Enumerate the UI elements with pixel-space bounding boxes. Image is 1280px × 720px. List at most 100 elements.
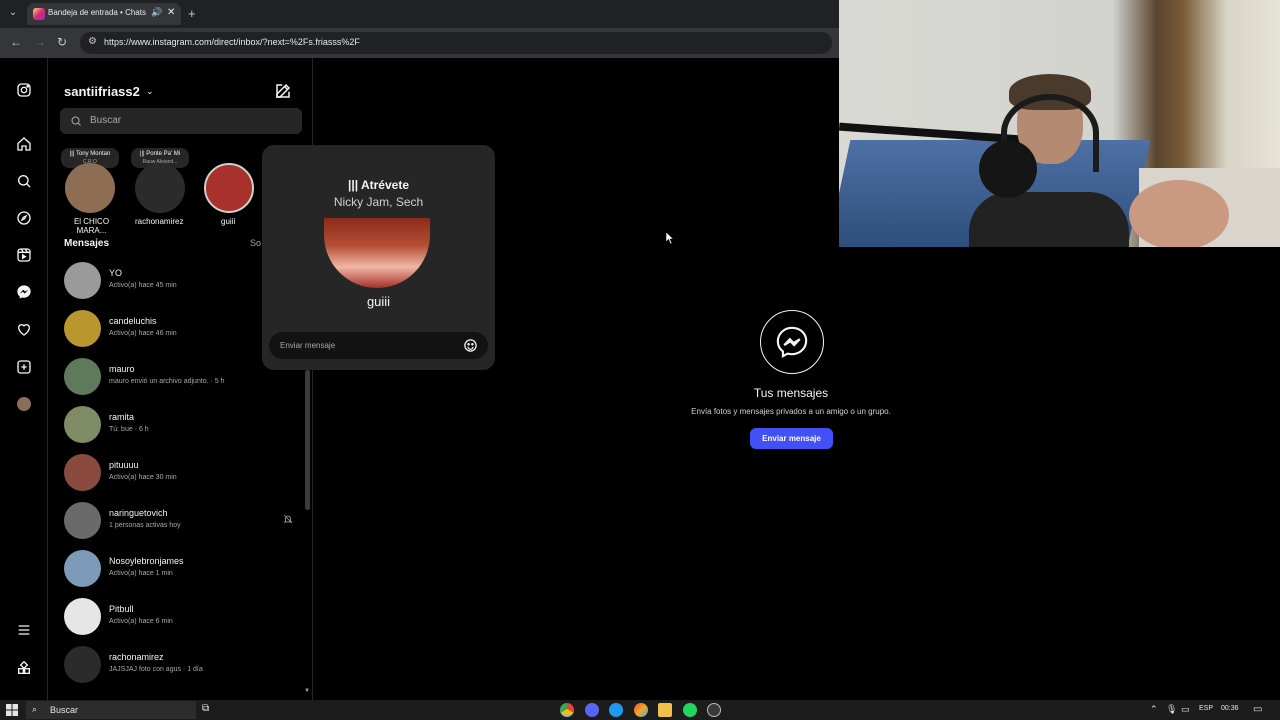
conversation-name: YO: [109, 268, 123, 278]
conversation-status: JAJSJAJ foto con agus · 1 día: [109, 666, 203, 673]
taskbar-search-input[interactable]: ⌕ Buscar: [26, 701, 196, 719]
send-message-button[interactable]: Enviar mensaje: [750, 428, 833, 449]
inbox-scrollbar[interactable]: [305, 370, 310, 510]
conversation-row[interactable]: Nosoylebronjames Activo(a) hace 1 min: [64, 546, 304, 594]
music-icon: |||: [69, 151, 75, 157]
messenger-icon: [776, 326, 808, 358]
menu-icon[interactable]: [14, 620, 34, 640]
home-icon[interactable]: [14, 134, 34, 154]
chevron-up-icon[interactable]: ⌃: [1150, 704, 1158, 715]
conversation-row[interactable]: naringuetovich 1 personas activas hoy: [64, 498, 304, 546]
avatar: [64, 598, 101, 635]
windows-start-icon[interactable]: [6, 704, 18, 716]
conversation-name: ramita: [109, 412, 135, 422]
webcam-shirt: [969, 192, 1129, 247]
tab-instagram-inbox[interactable]: Bandeja de entrada • Chats 🔊 ✕: [27, 3, 181, 25]
site-info-icon[interactable]: ⚙: [88, 36, 97, 47]
explore-icon[interactable]: [14, 208, 34, 228]
notification-icon[interactable]: ▭: [1253, 704, 1262, 715]
network-icon[interactable]: ▭: [1181, 704, 1190, 715]
speaker-icon[interactable]: 🔊: [151, 7, 162, 18]
avatar[interactable]: [204, 163, 254, 213]
back-icon[interactable]: ←: [10, 35, 22, 49]
conversation-status: Tú: bue · 6 h: [109, 426, 149, 433]
chrome-icon[interactable]: [560, 703, 574, 717]
requests-link[interactable]: So: [250, 238, 261, 248]
avatar: [64, 358, 101, 395]
conversation-status: Activo(a) hace 1 min: [109, 570, 173, 577]
tab-search-icon[interactable]: ⌄: [5, 5, 21, 21]
webcam-overlay: [839, 0, 1280, 247]
meta-apps-icon[interactable]: [14, 658, 34, 678]
music-icon: |||: [348, 178, 361, 192]
create-icon[interactable]: [14, 357, 34, 377]
avatar: [64, 262, 101, 299]
conversation-row[interactable]: pituuuu Activo(a) hace 30 min: [64, 450, 304, 498]
microphone-icon[interactable]: 🎙: [1166, 704, 1177, 715]
reels-icon[interactable]: [14, 245, 34, 265]
popover-username: guiii: [366, 294, 391, 309]
edge-icon[interactable]: [609, 703, 623, 717]
paint-icon[interactable]: [634, 703, 648, 717]
discord-icon[interactable]: [585, 703, 599, 717]
conversation-status: Activo(a) hace 6 min: [109, 618, 173, 625]
avatar: [64, 454, 101, 491]
conversation-name: naringuetovich: [109, 508, 168, 518]
section-label: Mensajes: [64, 238, 110, 249]
emoji-icon[interactable]: [463, 338, 478, 353]
conversation-row[interactable]: rachonamirez JAJSJAJ foto con agus · 1 d…: [64, 642, 304, 690]
conversation-status: Activo(a) hace 45 min: [109, 282, 177, 289]
new-tab-icon[interactable]: +: [188, 6, 196, 21]
avatar: [64, 310, 101, 347]
avatar: [64, 502, 101, 539]
note-text: Ponte Pa' Mi: [146, 151, 181, 157]
search-input[interactable]: Buscar: [60, 108, 302, 134]
empty-title: Tus mensajes: [753, 386, 829, 400]
app-icon[interactable]: [707, 703, 721, 717]
address-bar[interactable]: ⚙ https://www.instagram.com/direct/inbox…: [80, 32, 832, 54]
reload-icon[interactable]: ↻: [57, 35, 67, 49]
scroll-down-icon[interactable]: ▼: [304, 688, 310, 694]
conversation-row[interactable]: Pitbull Activo(a) hace 6 min: [64, 594, 304, 642]
clock[interactable]: 00:36: [1221, 705, 1239, 712]
spotify-icon[interactable]: [683, 703, 697, 717]
search-placeholder: Buscar: [90, 115, 122, 126]
conversation-name: mauro: [109, 364, 135, 374]
note-text: Tony Montan: [75, 151, 111, 157]
conversation-name: Nosoylebronjames: [109, 556, 184, 566]
compose-icon[interactable]: [274, 82, 292, 100]
message-input[interactable]: Enviar mensaje: [269, 332, 488, 359]
language-indicator[interactable]: ESP: [1199, 705, 1213, 712]
conversation-name: Pitbull: [109, 604, 134, 614]
notifications-heart-icon[interactable]: [14, 319, 34, 339]
conversation-row[interactable]: ramita Tú: bue · 6 h: [64, 402, 304, 450]
avatar[interactable]: [324, 218, 430, 288]
file-explorer-icon[interactable]: [658, 703, 672, 717]
conversation-status: Activo(a) hace 30 min: [109, 474, 177, 481]
note-username: El CHICO MARA...: [73, 217, 110, 235]
conversation-status: Activo(a) hace 46 min: [109, 330, 177, 337]
profile-avatar[interactable]: [17, 397, 31, 411]
avatar[interactable]: [135, 163, 185, 213]
muted-bell-icon: [283, 514, 293, 526]
conversation-status: 1 personas activas hoy: [109, 522, 181, 529]
url-text[interactable]: https://www.instagram.com/direct/inbox/?…: [104, 37, 360, 47]
conversation-name: candeluchis: [109, 316, 157, 326]
messenger-icon[interactable]: [14, 282, 34, 302]
song-title-text: Atrévete: [360, 178, 409, 192]
avatar: [64, 406, 101, 443]
note-username: guiii: [221, 217, 236, 226]
taskbar-search-text: Buscar: [50, 705, 79, 715]
chevron-down-icon[interactable]: ⌄: [146, 86, 154, 97]
note-popover: ||| Atrévete Nicky Jam, Sech guiii Envia…: [262, 145, 495, 370]
task-view-icon[interactable]: ⧉: [202, 703, 209, 714]
webcam-hand: [1129, 180, 1229, 247]
conversation-status: mauro envió un archivo adjunto. · 5 h: [109, 378, 225, 385]
search-icon[interactable]: [14, 171, 34, 191]
account-name[interactable]: santiifriass2: [64, 84, 140, 99]
close-tab-icon[interactable]: ✕: [167, 7, 175, 18]
instagram-logo-icon[interactable]: [14, 80, 34, 100]
avatar[interactable]: [65, 163, 115, 213]
empty-description: Envía fotos y mensajes privados a un ami…: [691, 407, 891, 416]
forward-icon[interactable]: →: [34, 35, 46, 49]
